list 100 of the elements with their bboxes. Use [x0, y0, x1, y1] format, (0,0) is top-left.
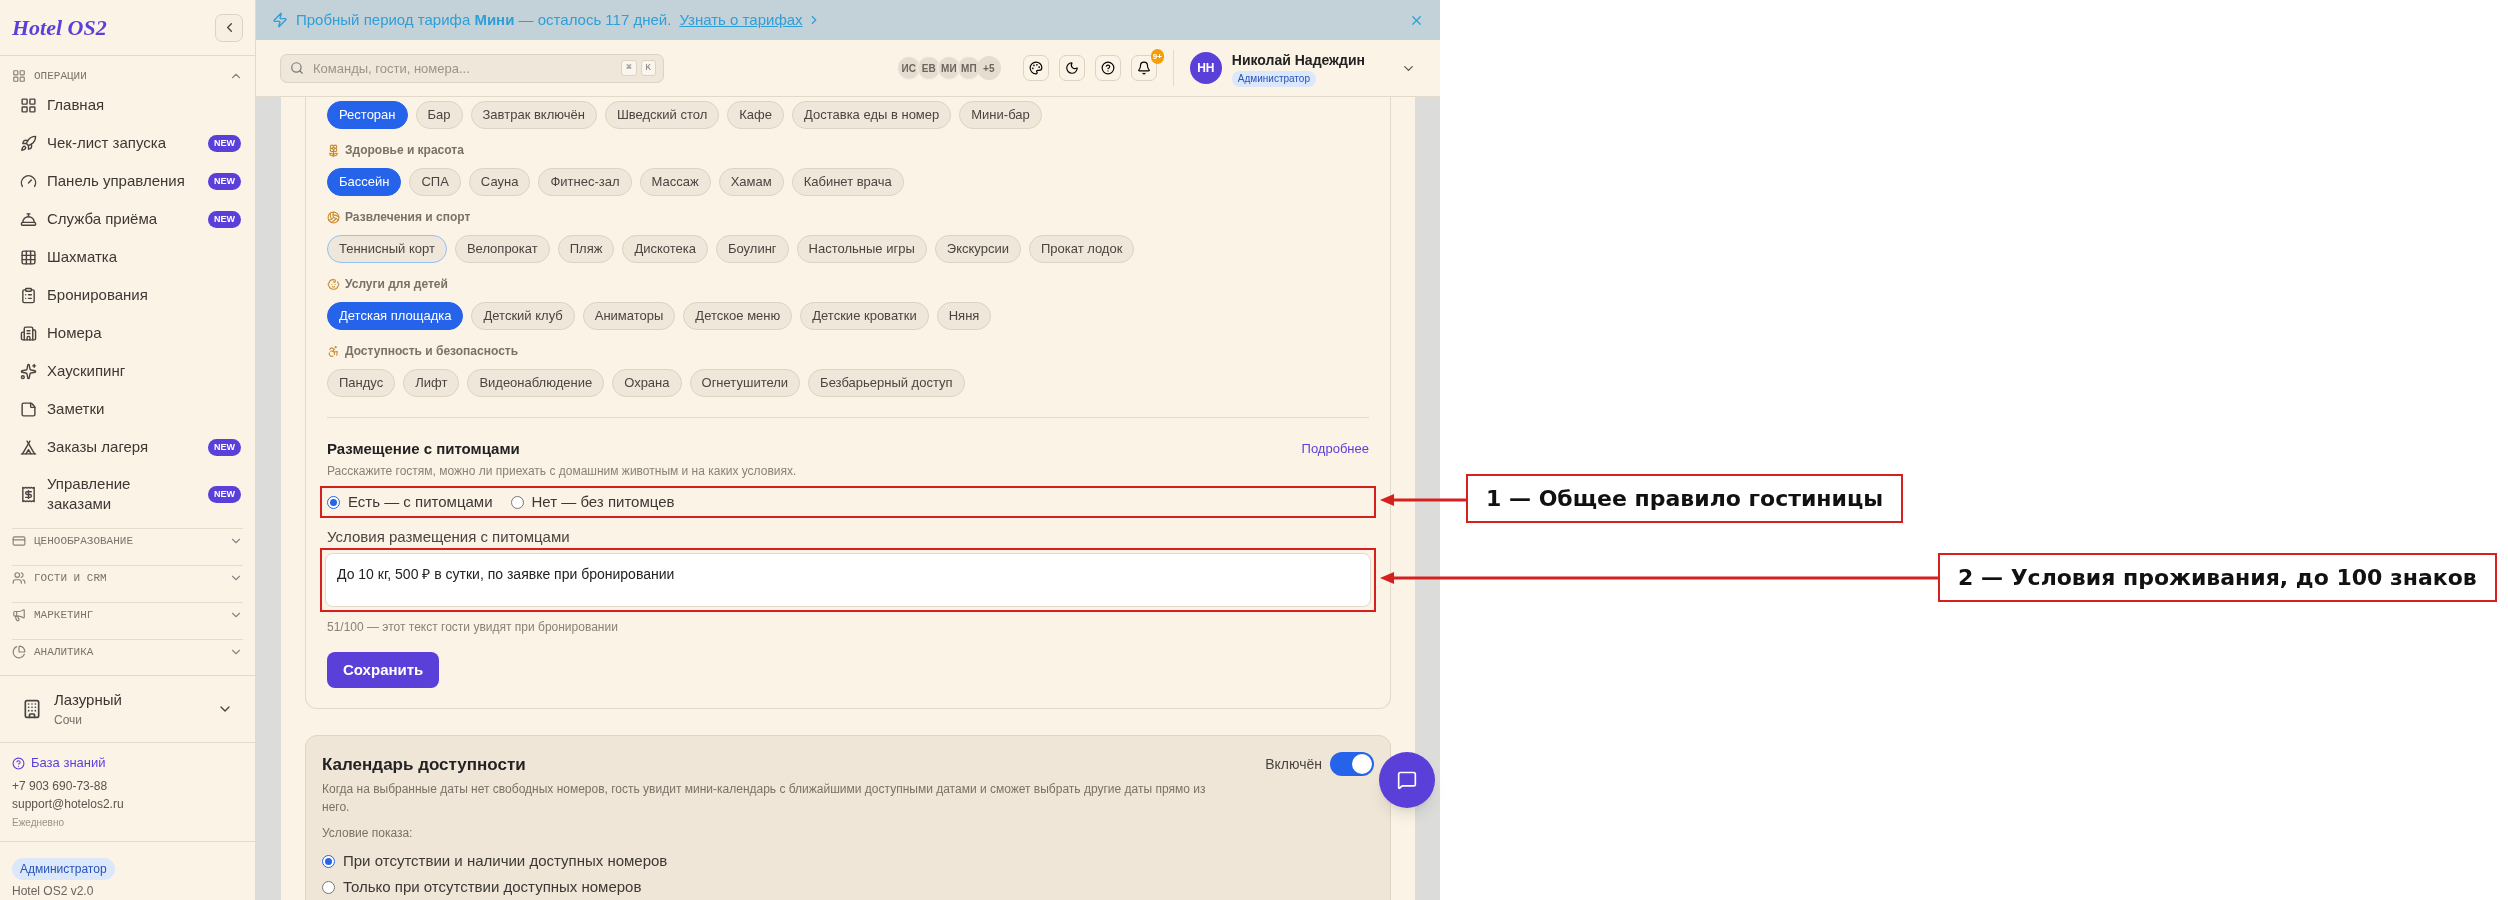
team-avatar[interactable]: МП [956, 56, 981, 80]
annotation-label: 2 — Условия проживания, до 100 знаков [1938, 553, 2497, 602]
building-icon [22, 699, 42, 719]
baby-icon [327, 277, 340, 291]
hotel-selector[interactable]: Лазурный Сочи [0, 675, 255, 743]
notification-badge: 9+ [1150, 49, 1164, 64]
amenity-chip[interactable]: Детское меню [683, 302, 793, 330]
theme-button[interactable] [1058, 55, 1085, 81]
condition-label: Условие показа: [322, 825, 414, 842]
amenity-chip[interactable]: Ресторан [327, 101, 408, 129]
new-badge: NEW [208, 438, 241, 456]
amenity-chip[interactable]: Кафе [727, 101, 784, 129]
amenity-chip[interactable]: Детская площадка [327, 302, 464, 330]
field-label: Условия размещения с питомцами [327, 527, 571, 546]
amenity-chip[interactable]: Сауна [468, 168, 531, 196]
more-avatars[interactable]: +5 [976, 56, 1001, 80]
conditions-field[interactable]: До 10 кг, 500 ₽ в сутки, по заявке при бронировании [325, 553, 1371, 607]
amenity-chip[interactable]: Кабинет врача [791, 168, 904, 196]
palette-button[interactable] [1022, 55, 1049, 81]
nav-label: Номера [47, 323, 103, 343]
field-hint: 51/100 — этот текст гости увидят при бронировании [327, 619, 619, 636]
users-icon [12, 571, 26, 585]
category-title: Услуги для детей [345, 276, 448, 293]
nav-item[interactable]: Главная [12, 86, 243, 124]
team-avatar[interactable]: МИ [936, 56, 961, 80]
amenity-chip[interactable]: Мини-бар [959, 101, 1042, 129]
amenity-chip[interactable]: Массаж [639, 168, 711, 196]
nav-item[interactable]: Бронирования [12, 276, 243, 314]
section-header[interactable]: ОПЕРАЦИИ [12, 66, 243, 86]
hours-text: Ежедневно [12, 816, 66, 830]
nav-item[interactable]: Номера [12, 314, 243, 352]
section-header[interactable]: МАРКЕТИНГ [12, 597, 243, 633]
clipboard-icon [20, 286, 37, 304]
nav-item[interactable]: Чек-лист запуска NEW [12, 124, 243, 162]
amenity-chip[interactable]: Лифт [403, 369, 460, 397]
receipt-icon [20, 485, 37, 503]
radio-option[interactable]: При отсутствии и наличии доступных номеров [322, 848, 1374, 874]
lightning-icon [272, 12, 288, 28]
section-header[interactable]: ЦЕНООБРАЗОВАНИЕ [12, 523, 243, 559]
team-avatar[interactable]: ЕВ [916, 56, 941, 80]
amenity-chip[interactable]: Пандус [327, 369, 396, 397]
amenity-chip[interactable]: Детские кроватки [800, 302, 929, 330]
amenity-chip[interactable]: Экскурсии [934, 235, 1021, 263]
search-icon [290, 60, 304, 75]
radio-option[interactable]: Есть — с питомцами [327, 490, 493, 514]
nav-item[interactable]: Служба приёма NEW [12, 200, 243, 238]
amenity-chip[interactable]: Аниматоры [582, 302, 676, 330]
radio-option[interactable]: Нет — без питомцев [510, 490, 675, 514]
amenity-chip[interactable]: Бар [415, 101, 463, 129]
amenity-chip[interactable]: Доставка еды в номер [792, 101, 952, 129]
amenity-chip[interactable]: Шведский стол [604, 101, 720, 129]
grid-icon [20, 96, 37, 114]
more-link[interactable]: Подробнее [1301, 439, 1369, 459]
email-text: support@hotelos2.ru [12, 796, 125, 813]
knowledge-base-link[interactable]: База знаний [12, 753, 243, 773]
amenity-chip[interactable]: Фитнес-зал [538, 168, 632, 196]
team-avatar[interactable]: ИС [896, 56, 921, 80]
nav-item[interactable]: Шахматка [12, 238, 243, 276]
radio-option[interactable]: Только при отсутствии доступных номеров [322, 874, 1374, 900]
amenity-chip[interactable]: Хамам [718, 168, 784, 196]
amenity-chip[interactable]: Завтрак включён [470, 101, 597, 129]
amenity-chip[interactable]: Охрана [612, 369, 682, 397]
card-icon [12, 534, 26, 548]
section-header[interactable]: АНАЛИТИКА [12, 634, 243, 670]
amenity-chip[interactable]: СПА [409, 168, 461, 196]
amenity-chip[interactable]: Настольные игры [796, 235, 927, 263]
amenity-chip[interactable]: Пляж [557, 235, 615, 263]
nav-item[interactable]: Заметки [12, 390, 243, 428]
pie-chart-icon [12, 645, 26, 659]
nav-item[interactable]: Панель управления NEW [12, 162, 243, 200]
amenity-chip[interactable]: Велопрокат [454, 235, 550, 263]
new-badge: NEW [208, 172, 241, 190]
amenity-chip[interactable]: Видеонаблюдение [467, 369, 605, 397]
amenity-chip[interactable]: Безбарьерный доступ [808, 369, 965, 397]
bell-icon [20, 210, 37, 228]
rocket-icon [20, 134, 37, 152]
table-icon [20, 248, 37, 266]
role-badge: Администратор [12, 858, 115, 880]
ball-icon [327, 210, 340, 224]
nav-item[interactable]: Хаускипинг [12, 352, 243, 390]
amenity-chip[interactable]: Няня [936, 302, 992, 330]
amenity-chip[interactable]: Прокат лодок [1028, 235, 1135, 263]
amenity-chip[interactable]: Огнетушители [689, 369, 801, 397]
amenity-chip[interactable]: Боулинг [716, 235, 789, 263]
help-button[interactable] [1094, 55, 1121, 81]
user-avatar[interactable]: НН [1189, 52, 1222, 84]
section-description: Расскажите гостям, можно ли приехать с домашним животным и на каких условиях. [327, 463, 798, 480]
nav-item[interactable]: Заказы лагеря NEW [12, 428, 243, 466]
section-header[interactable]: ГОСТИ И CRM [12, 560, 243, 596]
amenity-chip[interactable]: Бассейн [327, 168, 402, 196]
nav-item[interactable]: Управление заказами NEW [12, 466, 243, 522]
note-icon [20, 400, 37, 418]
save-button[interactable]: Сохранить [327, 652, 440, 688]
amenity-chip[interactable]: Дискотека [622, 235, 708, 263]
annotation-label: 1 — Общее правило гостиницы [1466, 474, 1904, 523]
new-badge: NEW [208, 134, 241, 152]
toggle-switch[interactable] [1330, 752, 1374, 776]
phone-text: +7 903 690-73-88 [12, 778, 109, 795]
amenity-chip[interactable]: Детский клуб [471, 302, 575, 330]
amenity-chip[interactable]: Теннисный корт [327, 235, 447, 263]
